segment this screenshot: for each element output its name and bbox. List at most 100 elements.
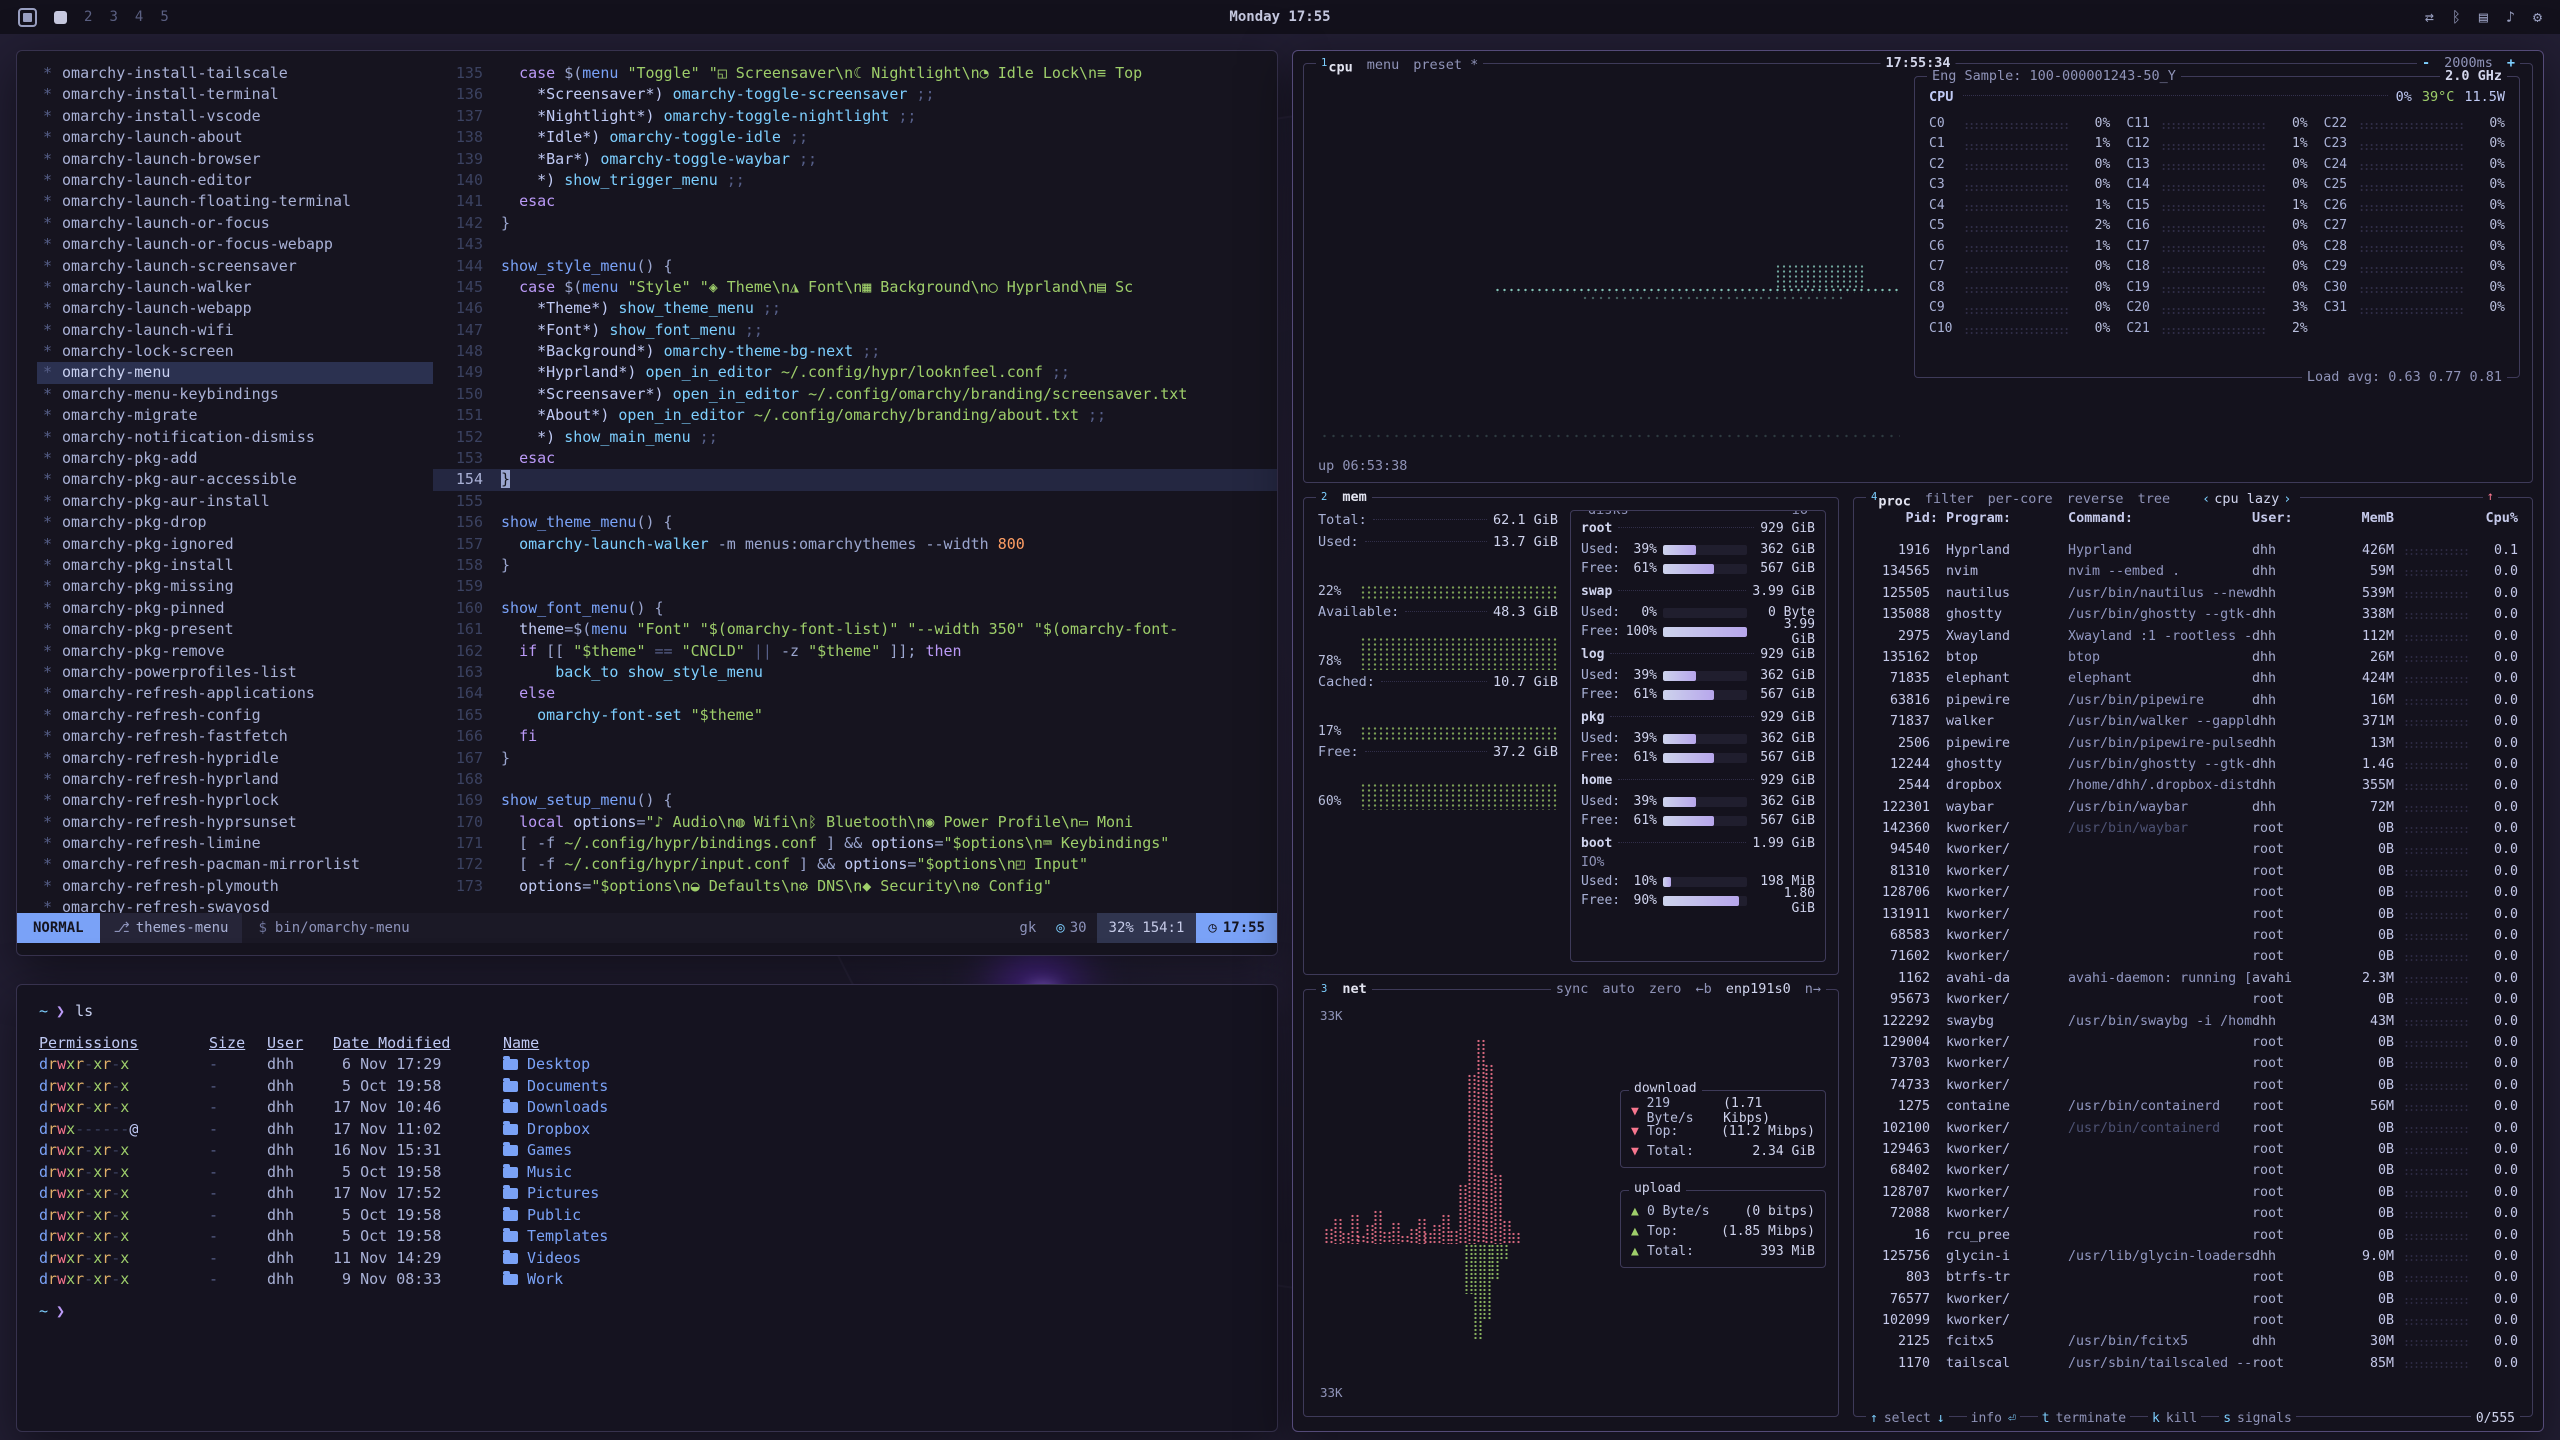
process-row[interactable]: 71602kworker/root0B0.0: [1868, 946, 2518, 967]
file-list-item[interactable]: *omarchy-powerprofiles-list: [37, 662, 433, 683]
workspace-3[interactable]: 3: [109, 9, 117, 25]
file-list-item[interactable]: *omarchy-pkg-aur-install: [37, 491, 433, 512]
io-label[interactable]: io: [1787, 510, 1813, 520]
process-row[interactable]: 68583kworker/root0B0.0: [1868, 925, 2518, 946]
proc-option-tree[interactable]: tree: [2138, 491, 2171, 507]
process-row[interactable]: 142360kworker//usr/bin/waybarroot0B0.0: [1868, 818, 2518, 839]
process-row[interactable]: 122292swaybg/usr/bin/swaybg -i /homdhh43…: [1868, 1011, 2518, 1032]
file-list-item[interactable]: *omarchy-pkg-present: [37, 619, 433, 640]
process-row[interactable]: 803btrfs-trroot0B0.0: [1868, 1267, 2518, 1288]
net-sync-button[interactable]: sync: [1556, 980, 1589, 999]
file-list-item[interactable]: *omarchy-install-terminal: [37, 84, 433, 105]
process-row[interactable]: 135162btopbtopdhh26M0.0: [1868, 647, 2518, 668]
file-list-item[interactable]: *omarchy-migrate: [37, 405, 433, 426]
file-list-item[interactable]: *omarchy-launch-webapp: [37, 298, 433, 319]
file-list-item[interactable]: *omarchy-lock-screen: [37, 341, 433, 362]
process-row[interactable]: 1162avahi-daavahi-daemon: running [avahi…: [1868, 968, 2518, 989]
file-list-item[interactable]: *omarchy-notification-dismiss: [37, 427, 433, 448]
proc-option-per-core[interactable]: per-core: [1988, 491, 2053, 507]
process-row[interactable]: 16rcu_preeroot0B0.0: [1868, 1225, 2518, 1246]
file-list-item[interactable]: *omarchy-launch-floating-terminal: [37, 191, 433, 212]
process-row[interactable]: 73703kworker/root0B0.0: [1868, 1053, 2518, 1074]
net-auto-button[interactable]: auto: [1602, 980, 1635, 999]
process-row[interactable]: 81310kworker/root0B0.0: [1868, 861, 2518, 882]
process-row[interactable]: 134565nvimnvim --embed .dhh59M0.0: [1868, 561, 2518, 582]
file-list-item[interactable]: *omarchy-launch-editor: [37, 170, 433, 191]
process-row[interactable]: 72088kworker/root0B0.0: [1868, 1203, 2518, 1224]
process-row[interactable]: 102099kworker/root0B0.0: [1868, 1310, 2518, 1331]
process-row[interactable]: 2975XwaylandXwayland :1 -rootless -dhh11…: [1868, 626, 2518, 647]
proc-action-kill[interactable]: kkill: [2148, 1411, 2201, 1426]
process-row[interactable]: 95673kworker/root0B0.0: [1868, 989, 2518, 1010]
process-row[interactable]: 135088ghostty/usr/bin/ghostty --gtk-dhh3…: [1868, 604, 2518, 625]
process-row[interactable]: 129463kworker/root0B0.0: [1868, 1139, 2518, 1160]
file-list-item[interactable]: *omarchy-refresh-plymouth: [37, 876, 433, 897]
file-list-item[interactable]: *omarchy-launch-screensaver: [37, 256, 433, 277]
process-row[interactable]: 94540kworker/root0B0.0: [1868, 839, 2518, 860]
launcher-icon[interactable]: [18, 8, 37, 27]
preset-button[interactable]: preset *: [1413, 56, 1478, 75]
file-list-item[interactable]: *omarchy-pkg-missing: [37, 576, 433, 597]
proc-action-terminate[interactable]: tterminate: [2038, 1411, 2130, 1426]
file-list-item[interactable]: *omarchy-refresh-applications: [37, 683, 433, 704]
file-list-item[interactable]: *omarchy-refresh-hypridle: [37, 748, 433, 769]
workspace-2[interactable]: 2: [84, 9, 92, 25]
process-row[interactable]: 71837walker/usr/bin/walker --gappldhh371…: [1868, 711, 2518, 732]
proc-option-reverse[interactable]: reverse: [2067, 491, 2124, 507]
col-header-cpu[interactable]: Cpu%: [2478, 510, 2518, 526]
file-list-item[interactable]: *omarchy-pkg-aur-accessible: [37, 469, 433, 490]
volume-icon[interactable]: ♪: [2506, 8, 2515, 26]
stats-icon[interactable]: ▤: [2479, 8, 2488, 26]
process-row[interactable]: 2544dropbox/home/dhh/.dropbox-distdhh355…: [1868, 775, 2518, 796]
workspace-1-active[interactable]: [54, 11, 67, 24]
file-list-item[interactable]: *omarchy-refresh-hyprsunset: [37, 812, 433, 833]
process-row[interactable]: 1170tailscal/usr/sbin/tailscaled --root8…: [1868, 1353, 2518, 1374]
process-row[interactable]: 102100kworker//usr/bin/containerdroot0B0…: [1868, 1118, 2518, 1139]
sort-next-icon[interactable]: ›: [2283, 491, 2291, 507]
process-row[interactable]: 128706kworker/root0B0.0: [1868, 882, 2518, 903]
file-list-item[interactable]: *omarchy-menu-keybindings: [37, 384, 433, 405]
process-row[interactable]: 74733kworker/root0B0.0: [1868, 1075, 2518, 1096]
process-row[interactable]: 2125fcitx5/usr/bin/fcitx5dhh30M0.0: [1868, 1331, 2518, 1352]
iface-next-icon[interactable]: n→: [1805, 980, 1821, 999]
file-list-item[interactable]: *omarchy-pkg-add: [37, 448, 433, 469]
process-row[interactable]: 63816pipewire/usr/bin/pipewiredhh16M0.0: [1868, 690, 2518, 711]
file-list-item[interactable]: *omarchy-launch-browser: [37, 149, 433, 170]
scroll-up-icon[interactable]: ↑: [2483, 489, 2498, 503]
sort-selector[interactable]: ‹cpu lazy›: [2198, 490, 2295, 509]
file-list-item[interactable]: *omarchy-refresh-config: [37, 705, 433, 726]
file-list[interactable]: *omarchy-install-tailscale*omarchy-insta…: [17, 59, 433, 915]
file-list-item[interactable]: *omarchy-launch-wifi: [37, 320, 433, 341]
iface-prev-icon[interactable]: ←b: [1695, 980, 1711, 999]
file-list-item[interactable]: *omarchy-launch-about: [37, 127, 433, 148]
file-list-item[interactable]: *omarchy-refresh-pacman-mirrorlist: [37, 854, 433, 875]
disks-label[interactable]: disks: [1583, 510, 1634, 520]
file-list-item[interactable]: *omarchy-refresh-fastfetch: [37, 726, 433, 747]
file-list-item[interactable]: *omarchy-install-vscode: [37, 106, 433, 127]
file-list-item[interactable]: *omarchy-launch-walker: [37, 277, 433, 298]
col-header-mem[interactable]: MemB: [2316, 510, 2394, 526]
file-list-item[interactable]: *omarchy-pkg-pinned: [37, 598, 433, 619]
interval-increase-button[interactable]: +: [2507, 54, 2515, 73]
col-header-program[interactable]: Program:: [1938, 510, 2068, 526]
process-row[interactable]: 125756glycin-i/usr/lib/glycin-loadersdhh…: [1868, 1246, 2518, 1267]
file-list-item[interactable]: *omarchy-pkg-drop: [37, 512, 433, 533]
workspace-5[interactable]: 5: [160, 9, 168, 25]
file-list-item[interactable]: *omarchy-launch-or-focus: [37, 213, 433, 234]
file-list-item[interactable]: *omarchy-refresh-limine: [37, 833, 433, 854]
process-row[interactable]: 2506pipewire/usr/bin/pipewire-pulsedhh13…: [1868, 733, 2518, 754]
col-header-pid[interactable]: Pid:: [1868, 510, 1938, 526]
vpn-arrows-icon[interactable]: ⇄: [2425, 8, 2434, 26]
file-list-item[interactable]: *omarchy-refresh-hyprlock: [37, 790, 433, 811]
process-row[interactable]: 131911kworker/root0B0.0: [1868, 904, 2518, 925]
process-row[interactable]: 125505nautilus/usr/bin/nautilus --newdhh…: [1868, 583, 2518, 604]
process-row[interactable]: 12244ghostty/usr/bin/ghostty --gtk-dhh1.…: [1868, 754, 2518, 775]
interval-decrease-button[interactable]: -: [2422, 54, 2430, 73]
proc-option-filter[interactable]: filter: [1925, 491, 1974, 507]
file-list-item[interactable]: *omarchy-refresh-hyprland: [37, 769, 433, 790]
process-row[interactable]: 1916HyprlandHyprlanddhh426M0.1: [1868, 540, 2518, 561]
bluetooth-icon[interactable]: ᛒ: [2452, 8, 2461, 26]
col-header-user[interactable]: User:: [2252, 510, 2316, 526]
file-list-item[interactable]: *omarchy-pkg-remove: [37, 641, 433, 662]
process-row[interactable]: 122301waybar/usr/bin/waybardhh72M0.0: [1868, 797, 2518, 818]
